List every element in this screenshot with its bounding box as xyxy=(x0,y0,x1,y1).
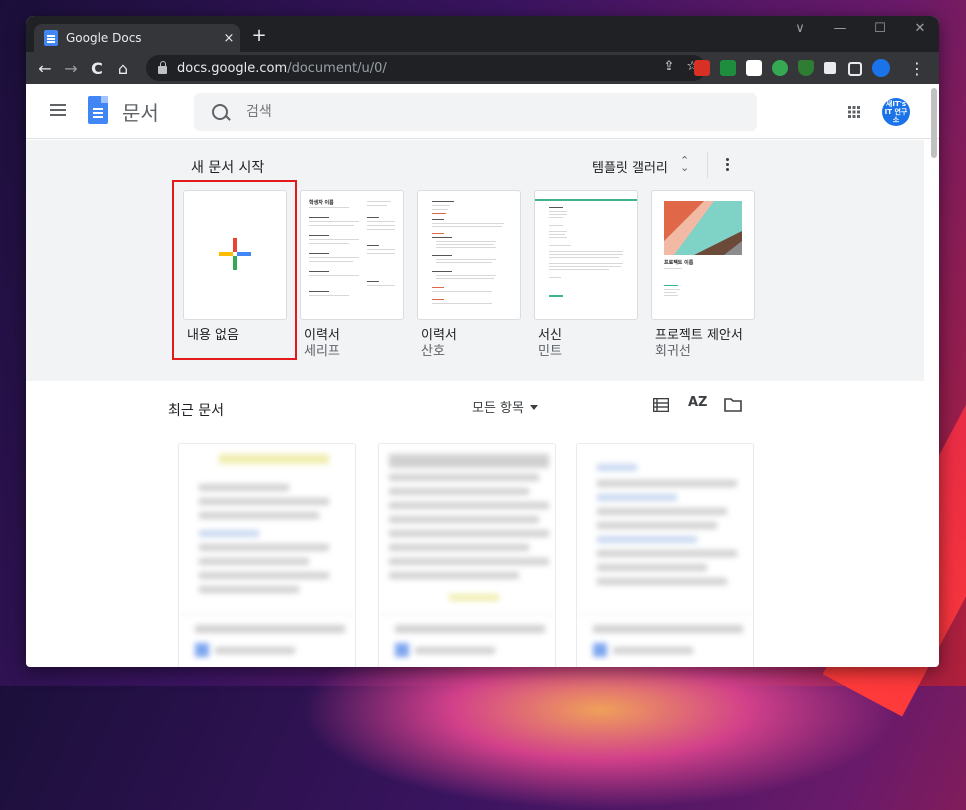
template-title: 이력서 xyxy=(304,328,340,343)
profile-avatar-icon[interactable] xyxy=(872,59,890,77)
template-title: 이력서 xyxy=(421,328,457,343)
document-info xyxy=(577,614,753,667)
docs-header: 문서 새IT's IT 연구소 xyxy=(26,84,939,139)
divider xyxy=(707,152,708,178)
extensions-puzzle-icon[interactable] xyxy=(824,62,836,74)
template-title: 프로젝트 제안서 xyxy=(655,328,743,343)
tab-strip: Google Docs × + ∨ — ☐ ✕ xyxy=(26,16,939,52)
document-info xyxy=(179,614,355,667)
url-host: docs.google.com xyxy=(177,60,288,76)
home-button[interactable]: ⌂ xyxy=(110,59,136,78)
extension-green-icon[interactable] xyxy=(720,60,736,76)
app-title[interactable]: 문서 xyxy=(122,97,159,126)
recent-document-card[interactable] xyxy=(378,443,556,667)
template-card-resume-coral[interactable] xyxy=(417,190,521,320)
highlight-box xyxy=(172,180,297,360)
url-path: /document/u/0/ xyxy=(287,60,387,76)
forward-button[interactable]: → xyxy=(58,59,84,78)
tab-google-docs[interactable]: Google Docs × xyxy=(34,24,240,52)
extension-shield-icon[interactable] xyxy=(798,60,814,76)
docs-favicon-icon xyxy=(44,30,58,46)
new-tab-button[interactable]: + xyxy=(248,25,270,47)
template-label-resume-serif[interactable]: 이력서 세리프 xyxy=(304,328,340,360)
template-subtitle: 민트 xyxy=(538,344,562,359)
docs-logo-icon[interactable] xyxy=(88,96,108,124)
owner-filter-label: 모든 항목 xyxy=(472,401,524,416)
maximize-button[interactable]: ☐ xyxy=(860,16,900,44)
lock-icon[interactable] xyxy=(158,61,167,74)
template-gallery-button[interactable]: 템플릿 갤러리 xyxy=(592,157,668,176)
page-scrollbar-thumb[interactable] xyxy=(931,88,937,158)
main-menu-icon[interactable] xyxy=(50,104,66,106)
proposal-cover-image xyxy=(664,201,742,255)
tab-title: Google Docs xyxy=(66,31,142,45)
recent-document-card[interactable] xyxy=(178,443,356,667)
template-card-resume-serif[interactable]: 학생자 이름 xyxy=(300,190,404,320)
close-window-button[interactable]: ✕ xyxy=(900,16,939,44)
sort-icon[interactable]: AZ xyxy=(688,395,708,410)
template-label-resume-coral[interactable]: 이력서 산호 xyxy=(421,328,457,360)
recent-heading: 최근 문서 xyxy=(168,403,224,419)
template-subtitle: 산호 xyxy=(421,344,445,359)
tab-close-icon[interactable]: × xyxy=(218,31,240,46)
document-info xyxy=(379,614,555,667)
expand-collapse-icon[interactable]: ⌃ ⌄ xyxy=(680,155,689,173)
template-label-letter-mint[interactable]: 서신 민트 xyxy=(538,328,562,360)
back-button[interactable]: ← xyxy=(32,59,58,78)
template-card-project-proposal[interactable]: 프로젝트 이름 xyxy=(651,190,755,320)
search-icon[interactable] xyxy=(212,104,228,120)
google-apps-icon[interactable] xyxy=(848,106,851,109)
template-label-project-proposal[interactable]: 프로젝트 제안서 회귀선 xyxy=(655,328,743,360)
minimize-button[interactable]: — xyxy=(820,16,860,44)
extension-leaf-icon[interactable] xyxy=(772,60,788,76)
dropdown-caret-icon xyxy=(529,405,538,410)
more-options-icon[interactable] xyxy=(726,158,729,161)
account-avatar[interactable]: 새IT's IT 연구소 xyxy=(882,98,910,126)
browser-toolbar: ← → C ⌂ docs.google.com/document/u/0/ ⇪ … xyxy=(26,52,939,84)
template-preview-name: 학생자 이름 xyxy=(309,200,334,206)
browser-window: Google Docs × + ∨ — ☐ ✕ ← → C ⌂ docs.goo… xyxy=(26,16,939,667)
extension-red-icon[interactable] xyxy=(694,60,710,76)
template-title: 서신 xyxy=(538,328,562,343)
extension-white-icon[interactable] xyxy=(746,60,762,76)
owner-filter-dropdown[interactable]: 모든 항목 xyxy=(472,397,538,416)
list-view-icon[interactable] xyxy=(653,398,669,412)
share-icon[interactable]: ⇪ xyxy=(663,59,674,74)
template-card-letter-mint[interactable] xyxy=(534,190,638,320)
proposal-preview-title: 프로젝트 이름 xyxy=(664,260,694,266)
template-subtitle: 회귀선 xyxy=(655,344,691,359)
gallery-heading: 새 문서 시작 xyxy=(191,160,265,176)
tab-search-icon[interactable]: ∨ xyxy=(780,16,820,44)
template-gallery: 새 문서 시작 템플릿 갤러리 ⌃ ⌄ 내용 없음 학생자 이름 이력서 세리프… xyxy=(26,140,924,381)
side-panel-icon[interactable] xyxy=(848,62,862,76)
address-bar[interactable]: docs.google.com/document/u/0/ ⇪ ☆ xyxy=(146,55,706,81)
search-box[interactable] xyxy=(194,93,757,131)
reload-button[interactable]: C xyxy=(84,59,110,78)
omnibox-actions: ⇪ ☆ xyxy=(663,59,698,74)
browser-menu-icon[interactable]: ⋮ xyxy=(904,59,930,78)
search-input[interactable] xyxy=(244,103,728,121)
recent-document-card[interactable] xyxy=(576,443,754,667)
template-subtitle: 세리프 xyxy=(304,344,340,359)
folder-icon[interactable] xyxy=(724,398,742,412)
